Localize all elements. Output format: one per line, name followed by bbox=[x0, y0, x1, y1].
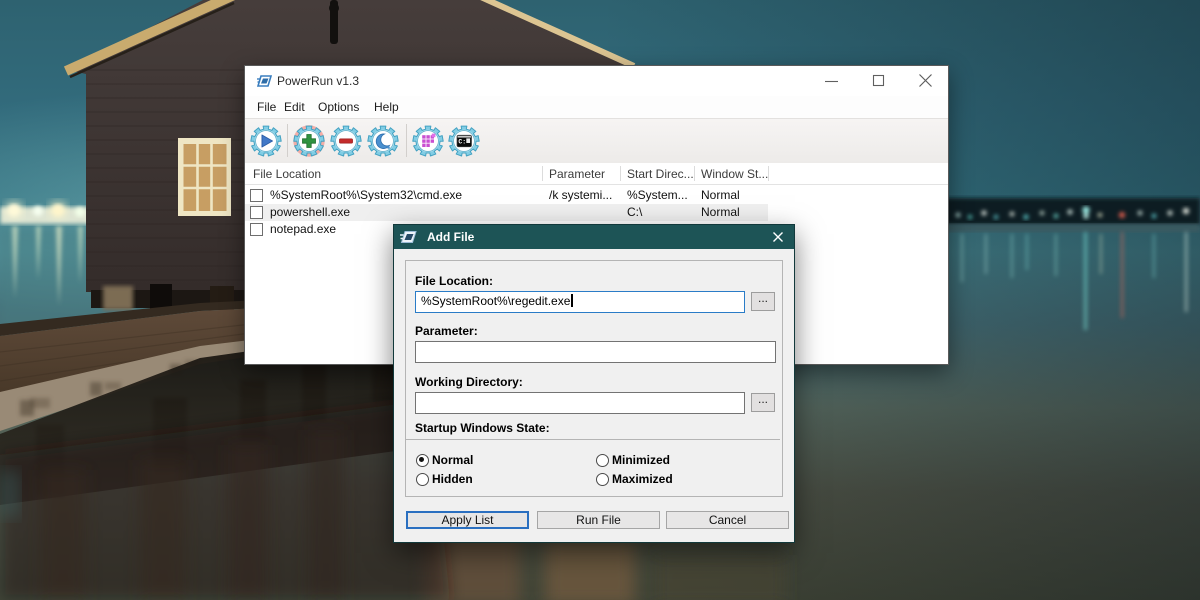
svg-text:C:: C: bbox=[458, 139, 466, 146]
